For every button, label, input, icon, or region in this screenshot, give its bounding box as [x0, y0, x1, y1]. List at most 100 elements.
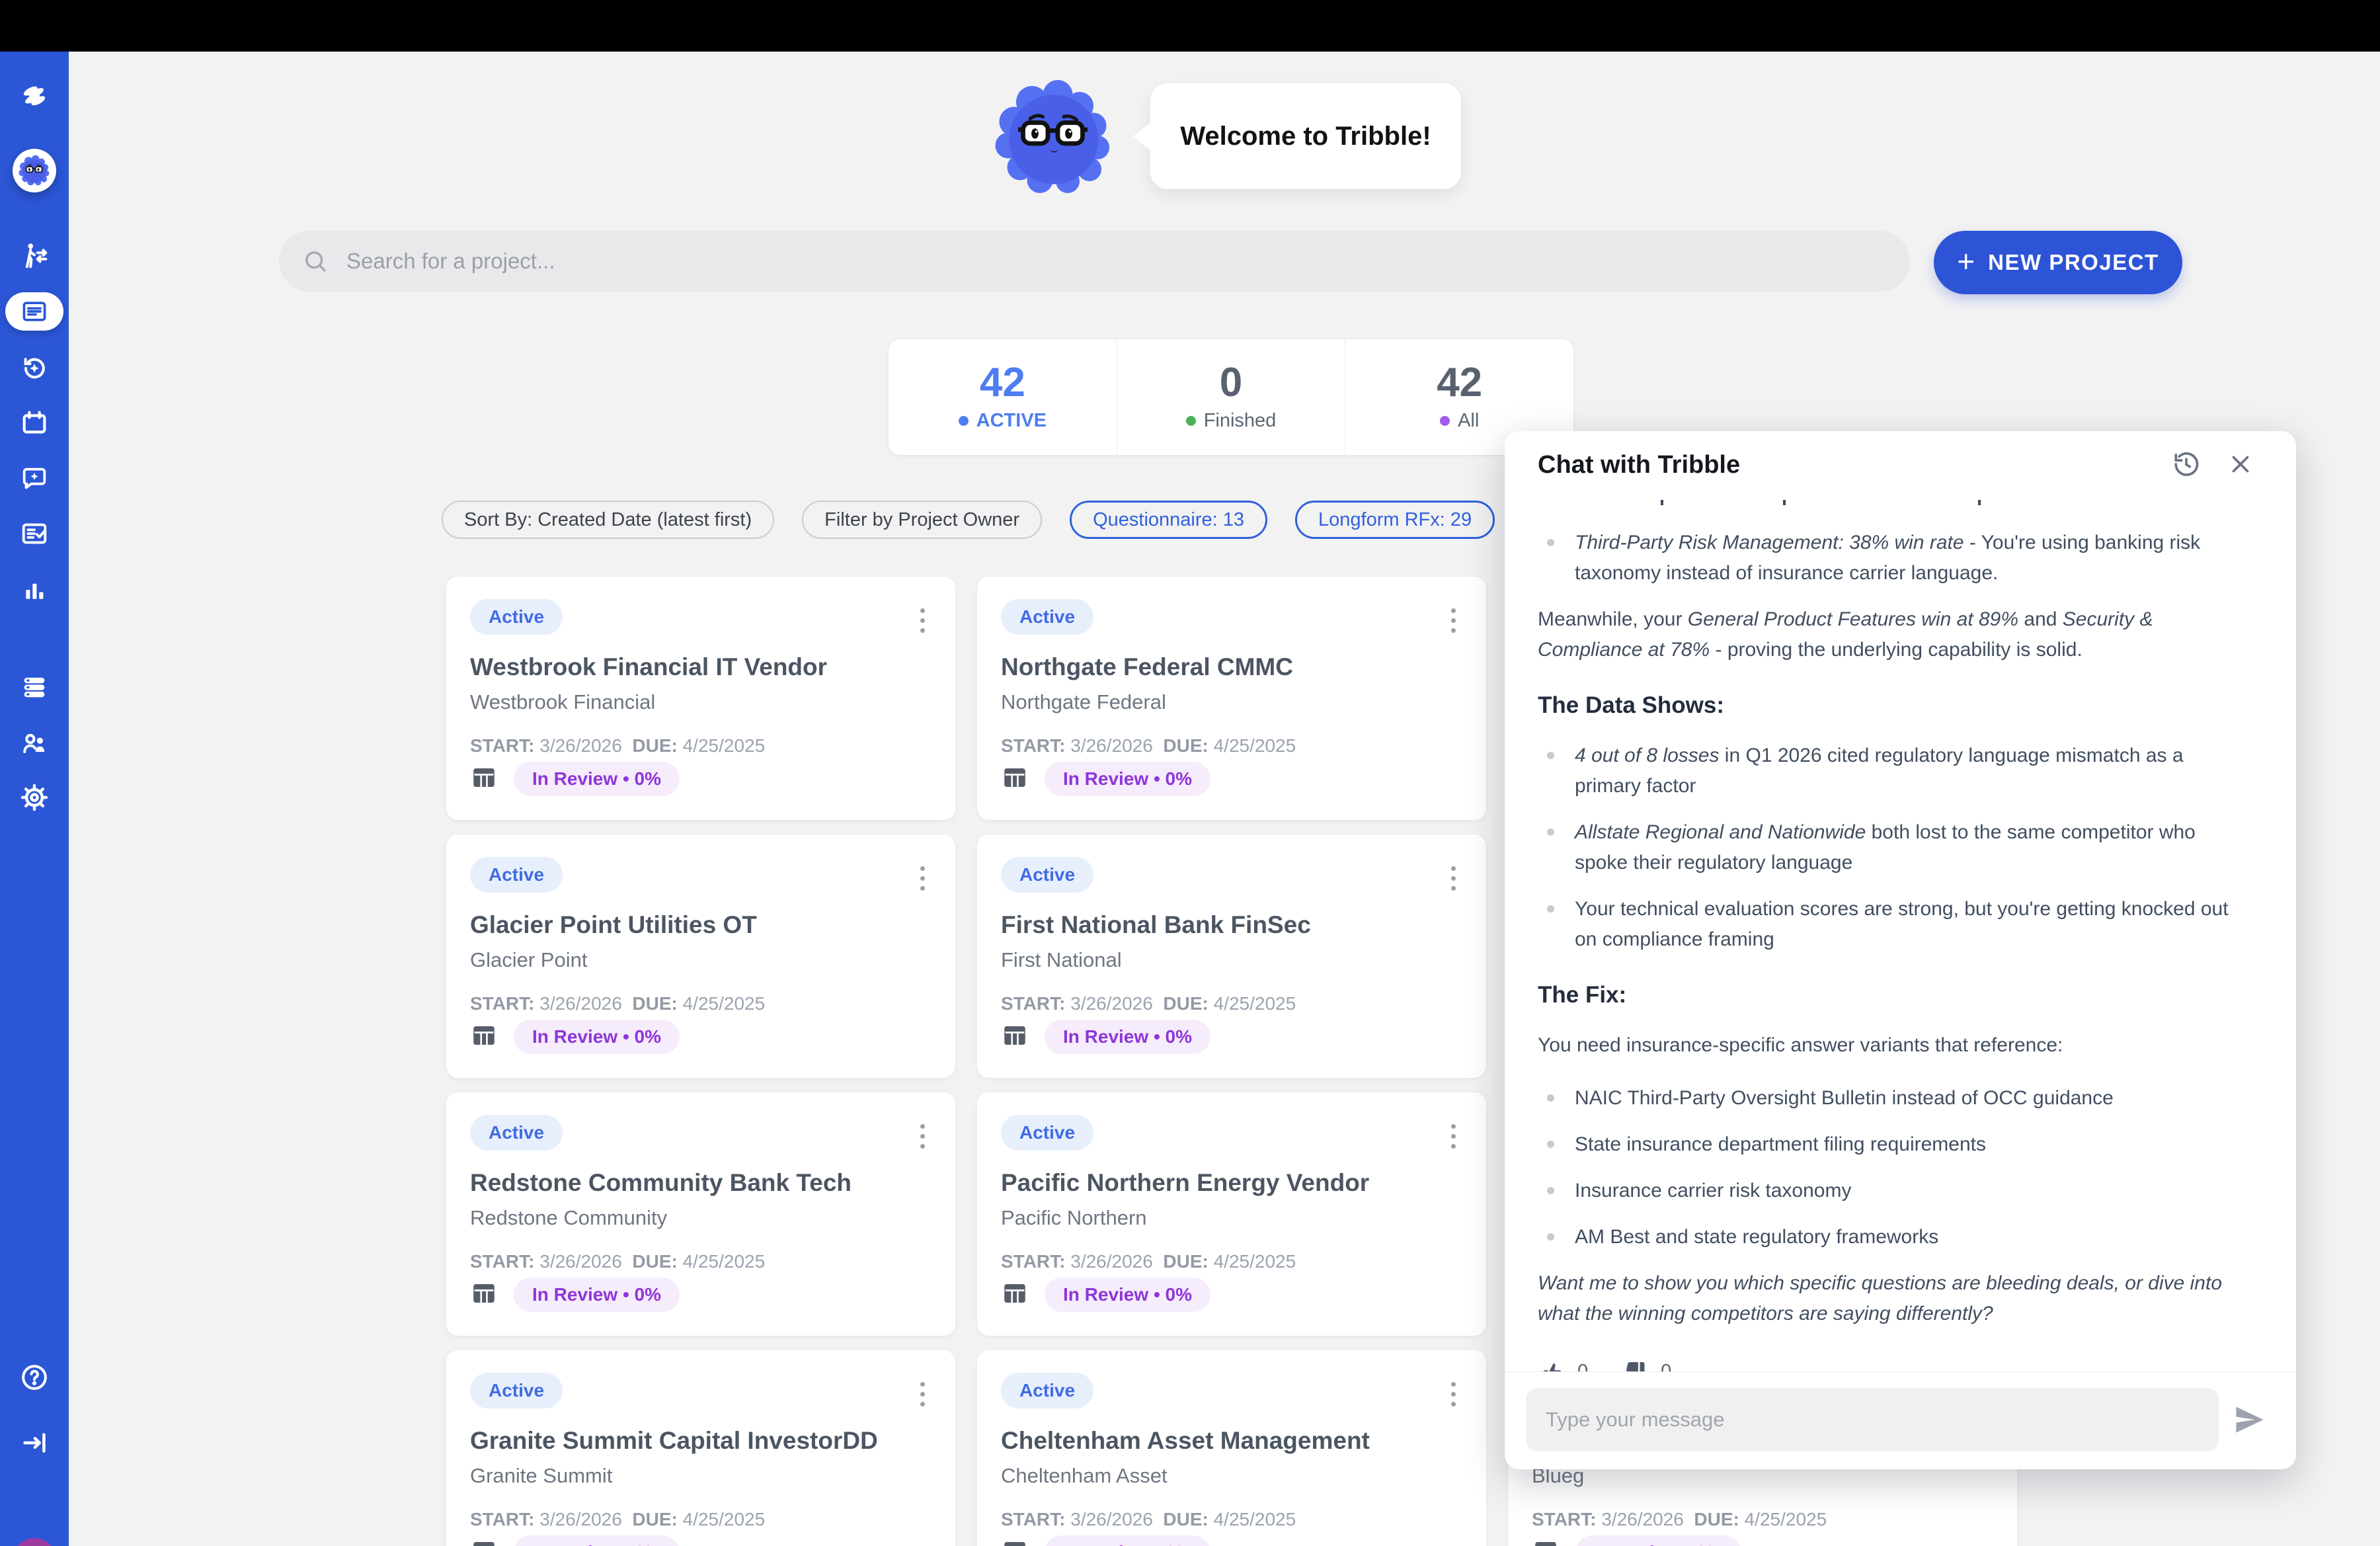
chat-message-area[interactable]: Third-Party Risk Management: 38% win rat… — [1505, 495, 2296, 1371]
review-status-badge: In Review • 0% — [1045, 1020, 1210, 1054]
status-badge: Active — [1001, 1115, 1093, 1151]
help-icon[interactable] — [19, 1362, 50, 1393]
sidebar-item-settings[interactable] — [19, 782, 50, 813]
project-card[interactable]: ActiveFirst National Bank FinSecFirst Na… — [977, 834, 1486, 1078]
project-title: Cheltenham Asset Management — [1001, 1427, 1466, 1455]
sidebar-item-review-tasks[interactable] — [19, 518, 50, 549]
review-status-badge: In Review • 0% — [514, 1535, 680, 1546]
sidebar: TK — [0, 52, 69, 1546]
filter-chips-row: Sort By: Created Date (latest first) Filt… — [442, 501, 1495, 539]
status-badge: Active — [470, 857, 563, 893]
message-heading: The Fix: — [1538, 980, 2254, 1010]
thumbs-up-icon[interactable] — [1538, 1357, 1567, 1371]
sidebar-item-handoff[interactable] — [19, 240, 50, 272]
message-bullet: State insurance department filing requir… — [1538, 1129, 2254, 1160]
sidebar-item-content-library[interactable] — [19, 671, 50, 703]
project-card[interactable]: ActiveGranite Summit Capital InvestorDDG… — [446, 1350, 955, 1546]
filter-chip-project-owner[interactable]: Filter by Project Owner — [802, 501, 1042, 539]
stat-dot-icon — [959, 416, 969, 426]
kebab-menu-icon[interactable] — [1440, 1377, 1466, 1411]
tribble-mascot-avatar[interactable] — [13, 149, 56, 192]
stat-dot-icon — [1186, 416, 1196, 426]
message-bullet: 4 out of 8 losses in Q1 2026 cited regul… — [1538, 741, 2254, 801]
sidebar-item-chat[interactable] — [19, 463, 50, 495]
project-dates: START: 3/26/2026 DUE: 4/25/2025 — [1001, 735, 1296, 756]
project-dates: START: 3/26/2026 DUE: 4/25/2025 — [1001, 1251, 1296, 1272]
message-bullet: AM Best and state regulatory frameworks — [1538, 1222, 2254, 1252]
new-project-button[interactable]: + NEW PROJECT — [1934, 231, 2182, 294]
plus-icon: + — [1957, 246, 1975, 276]
message-feedback: 0 0 — [1538, 1357, 2254, 1371]
stat-active[interactable]: 42ACTIVE — [889, 339, 1117, 455]
kebab-menu-icon[interactable] — [1440, 861, 1466, 895]
project-stats-card: 42ACTIVE0Finished 42 All — [888, 339, 1574, 456]
chat-history-icon[interactable] — [2170, 448, 2202, 480]
filter-chip-questionnaire[interactable]: Questionnaire: 13 — [1070, 501, 1267, 539]
message-heading: The Data Shows: — [1538, 690, 2254, 721]
message-paragraph: Want me to show you which specific quest… — [1538, 1268, 2254, 1329]
project-dates: START: 3/26/2026 DUE: 4/25/2025 — [1001, 993, 1296, 1014]
project-card[interactable]: ActiveWestbrook Financial IT VendorWestb… — [446, 577, 955, 820]
project-dates: START: 3/26/2026 DUE: 4/25/2025 — [470, 735, 765, 756]
review-status-badge: In Review • 0% — [514, 1020, 680, 1054]
sidebar-item-calendar[interactable] — [19, 407, 50, 438]
project-subtitle: Cheltenham Asset — [1001, 1464, 1466, 1488]
kebab-menu-icon[interactable] — [1440, 603, 1466, 637]
welcome-bubble: Welcome to Tribble! — [1150, 83, 1461, 189]
status-badge: Active — [1001, 1373, 1093, 1408]
sidebar-item-team[interactable] — [19, 727, 50, 759]
kebab-menu-icon[interactable] — [909, 1377, 935, 1411]
thumbs-down-icon[interactable] — [1621, 1357, 1650, 1371]
kebab-menu-icon[interactable] — [909, 1119, 935, 1153]
search-input[interactable] — [346, 249, 1887, 274]
message-bullet: Your technical evaluation scores are str… — [1538, 894, 2254, 955]
status-badge: Active — [1001, 857, 1093, 893]
message-paragraph: Meanwhile, your General Product Features… — [1538, 604, 2254, 665]
review-status-badge: In Review • 0% — [1045, 762, 1210, 796]
status-badge: Active — [470, 1115, 563, 1151]
message-bullet: Insurance carrier risk taxonomy — [1538, 1176, 2254, 1206]
review-status-badge: In Review • 0% — [1045, 1278, 1210, 1312]
project-card[interactable]: ActiveRedstone Community Bank TechRedsto… — [446, 1092, 955, 1336]
stat-label: All — [1440, 410, 1479, 432]
chat-close-icon[interactable] — [2225, 448, 2256, 480]
sidebar-item-sync-ai[interactable] — [19, 352, 50, 384]
review-status-badge: In Review • 0% — [1575, 1535, 1741, 1546]
chat-panel: Chat with Tribble Third-Party Risk Manag… — [1505, 431, 2296, 1469]
kebab-menu-icon[interactable] — [1440, 1119, 1466, 1153]
user-avatar[interactable]: TK — [13, 1538, 56, 1546]
kebab-menu-icon[interactable] — [909, 603, 935, 637]
filter-chip-sort-by[interactable]: Sort By: Created Date (latest first) — [442, 501, 774, 539]
review-status-badge: In Review • 0% — [514, 1278, 680, 1312]
project-card[interactable]: Active Cheltenham Asset Management Chelten… — [977, 1350, 1486, 1546]
project-card[interactable]: ActiveNorthgate Federal CMMCNorthgate Fe… — [977, 577, 1486, 820]
table-icon — [1001, 1537, 1029, 1546]
project-dates: START: 3/26/2026 DUE: 4/25/2025 — [1001, 1509, 1296, 1530]
chat-message-input[interactable] — [1526, 1388, 2219, 1451]
review-status-badge: In Review • 0% — [1045, 1535, 1210, 1546]
filter-chip-longform-rfx[interactable]: Longform RFx: 29 — [1295, 501, 1495, 539]
project-subtitle: Northgate Federal — [1001, 690, 1466, 714]
project-title: Pacific Northern Energy Vendor — [1001, 1169, 1466, 1197]
project-dates: START: 3/26/2026 DUE: 4/25/2025 — [470, 993, 765, 1014]
kebab-menu-icon[interactable] — [909, 861, 935, 895]
project-card[interactable]: ActivePacific Northern Energy VendorPaci… — [977, 1092, 1486, 1336]
project-card[interactable]: ActiveGlacier Point Utilities OTGlacier … — [446, 834, 955, 1078]
project-title: Westbrook Financial IT Vendor — [470, 653, 935, 681]
stat-finished[interactable]: 0Finished — [1117, 339, 1345, 455]
table-icon — [470, 1537, 498, 1546]
send-message-icon[interactable] — [2231, 1401, 2268, 1438]
tribble-logo-icon — [19, 80, 50, 112]
collapse-sidebar-icon[interactable] — [19, 1427, 50, 1459]
stat-value: 42 — [980, 362, 1025, 403]
clipped-message-line — [1575, 500, 2254, 505]
tribble-mascot — [994, 78, 1113, 197]
stat-label: Finished — [1186, 410, 1277, 432]
sidebar-item-projects-active[interactable] — [5, 292, 63, 331]
top-bar — [0, 0, 2380, 52]
message-bullet: Third-Party Risk Management: 38% win rat… — [1538, 528, 2254, 589]
sidebar-item-analytics[interactable] — [19, 574, 50, 606]
chat-title: Chat with Tribble — [1538, 451, 1740, 479]
table-icon — [470, 1022, 498, 1053]
stat-value: 42 — [1437, 362, 1482, 403]
